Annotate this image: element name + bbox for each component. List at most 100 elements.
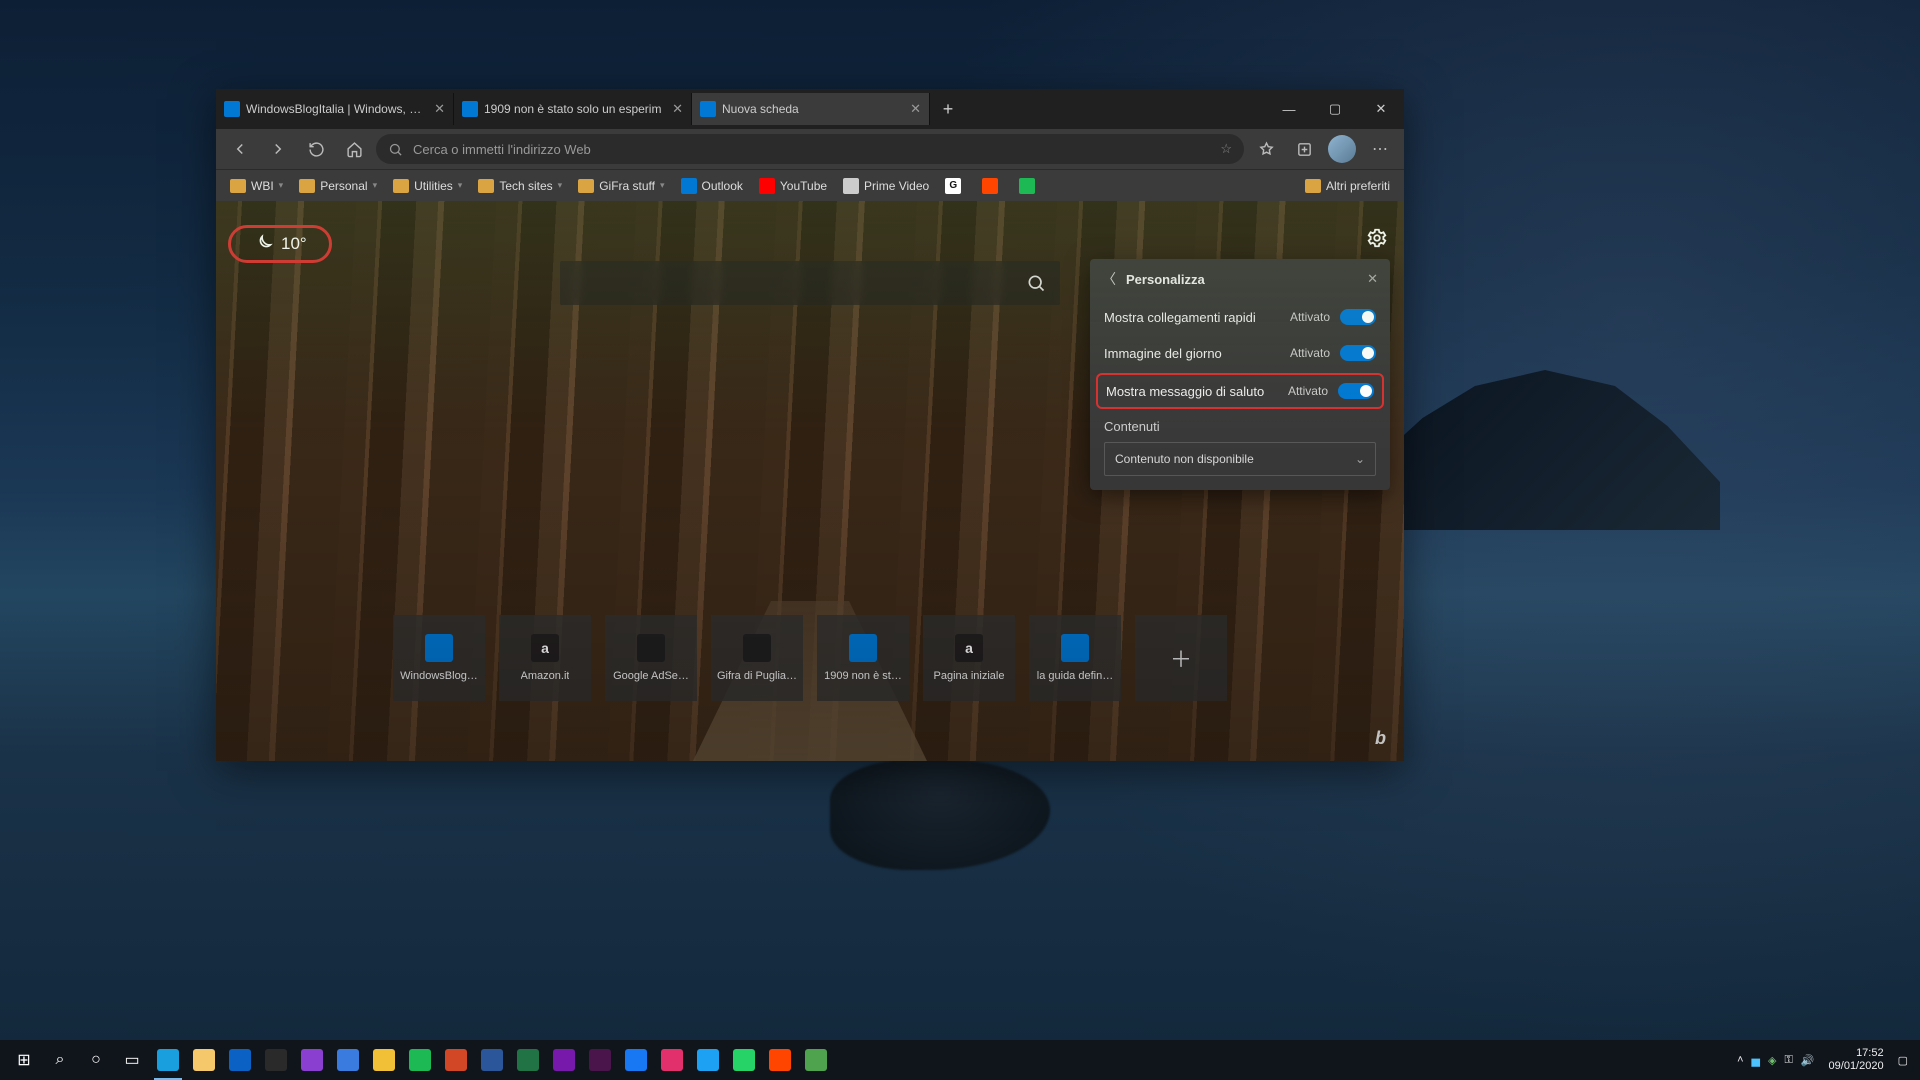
taskbar-app-start[interactable]: ⊞ bbox=[6, 1040, 42, 1080]
ntp-settings-button[interactable] bbox=[1366, 227, 1388, 249]
taskbar-app-search[interactable]: ⌕ bbox=[42, 1040, 78, 1080]
browser-tab[interactable]: Nuova scheda ✕ bbox=[692, 93, 930, 125]
tray-chevron-icon[interactable]: ˄ bbox=[1737, 1054, 1743, 1066]
bookmark-item[interactable]: Utilities ▾ bbox=[387, 175, 468, 197]
other-favorites-button[interactable]: Altri preferiti bbox=[1299, 176, 1396, 196]
bookmark-label: YouTube bbox=[780, 179, 827, 193]
tray-wifi-icon[interactable]: ⚿ bbox=[1784, 1054, 1792, 1067]
todo-icon bbox=[337, 1049, 359, 1071]
tab-close-icon[interactable]: ✕ bbox=[434, 101, 445, 117]
close-button[interactable]: ✕ bbox=[1358, 89, 1404, 129]
flyout-close-button[interactable]: ✕ bbox=[1367, 271, 1378, 287]
quick-link-tile[interactable]: a Pagina iniziale bbox=[923, 615, 1015, 701]
address-bar[interactable]: Cerca o immetti l'indirizzo Web ☆ bbox=[376, 134, 1244, 164]
taskbar-app-whatsapp[interactable] bbox=[726, 1040, 762, 1080]
collections-button[interactable] bbox=[1288, 133, 1320, 165]
folder-icon bbox=[230, 179, 246, 193]
quick-link-label: Pagina iniziale bbox=[934, 670, 1005, 682]
taskbar-app-instagram[interactable] bbox=[654, 1040, 690, 1080]
taskbar-app-paint3d[interactable] bbox=[294, 1040, 330, 1080]
maximize-button[interactable]: ▢ bbox=[1312, 89, 1358, 129]
quick-link-tile[interactable]: la guida defin… bbox=[1029, 615, 1121, 701]
back-button[interactable] bbox=[224, 133, 256, 165]
system-tray[interactable]: ˄ ▅ ◈ ⚿ 🔊 17:52 09/01/2020 ▢ bbox=[1737, 1047, 1914, 1072]
content-select[interactable]: Contenuto non disponibile ⌄ bbox=[1104, 442, 1376, 476]
profile-avatar[interactable] bbox=[1326, 133, 1358, 165]
add-quick-link-button[interactable]: ＋ bbox=[1135, 615, 1227, 701]
taskbar-app-onenote[interactable] bbox=[546, 1040, 582, 1080]
taskbar-app-edge[interactable] bbox=[150, 1040, 186, 1080]
bookmark-item[interactable]: Personal ▾ bbox=[293, 175, 383, 197]
bookmark-item[interactable]: Prime Video bbox=[837, 175, 935, 197]
quick-link-tile[interactable]: a Amazon.it bbox=[499, 615, 591, 701]
new-tab-button[interactable]: + bbox=[930, 99, 966, 120]
taskbar-app-facebook[interactable] bbox=[618, 1040, 654, 1080]
taskbar-app-excel[interactable] bbox=[510, 1040, 546, 1080]
taskbar-app-store[interactable] bbox=[258, 1040, 294, 1080]
minimize-button[interactable]: — bbox=[1266, 89, 1312, 129]
reddit-icon bbox=[769, 1049, 791, 1071]
taskbar-app-todo[interactable] bbox=[330, 1040, 366, 1080]
flyout-title: Personalizza bbox=[1126, 272, 1205, 287]
taskbar-app-powerpoint[interactable] bbox=[438, 1040, 474, 1080]
tray-security-icon[interactable]: ◈ bbox=[1768, 1054, 1776, 1067]
quick-link-tile[interactable]: Gifra di Puglia… bbox=[711, 615, 803, 701]
toggle-switch[interactable] bbox=[1340, 345, 1376, 361]
flyout-back-button[interactable]: 〈 bbox=[1102, 269, 1116, 289]
bing-logo[interactable]: b bbox=[1375, 728, 1386, 749]
forward-button[interactable] bbox=[262, 133, 294, 165]
search-icon: ⌕ bbox=[56, 1051, 65, 1069]
folder-icon bbox=[578, 179, 594, 193]
bookmark-item[interactable]: G bbox=[939, 175, 972, 197]
toggle-switch[interactable] bbox=[1340, 309, 1376, 325]
tray-volume-icon[interactable]: 🔊 bbox=[1801, 1054, 1815, 1067]
chevron-down-icon: ⌄ bbox=[1355, 452, 1365, 466]
bookmark-item[interactable]: Outlook bbox=[675, 175, 749, 197]
bookmark-favicon bbox=[843, 178, 859, 194]
other-favorites-label: Altri preferiti bbox=[1326, 179, 1390, 193]
browser-tab[interactable]: WindowsBlogItalia | Windows, S… ✕ bbox=[216, 93, 454, 125]
quick-link-tile[interactable]: 1909 non è st… bbox=[817, 615, 909, 701]
customize-toggle-row: Mostra collegamenti rapidi Attivato bbox=[1090, 299, 1390, 335]
bookmark-item[interactable]: WBI ▾ bbox=[224, 175, 289, 197]
taskbar-app-word[interactable] bbox=[474, 1040, 510, 1080]
quick-link-tile[interactable]: Google AdSe… bbox=[605, 615, 697, 701]
bookmark-item[interactable]: GiFra stuff ▾ bbox=[572, 175, 670, 197]
refresh-button[interactable] bbox=[300, 133, 332, 165]
quick-links-row: WindowsBlog…a Amazon.it Google AdSe… Gif… bbox=[393, 615, 1227, 701]
search-icon bbox=[1026, 273, 1046, 293]
taskbar-app-explorer[interactable] bbox=[186, 1040, 222, 1080]
taskbar-app-sticky[interactable] bbox=[366, 1040, 402, 1080]
tab-close-icon[interactable]: ✕ bbox=[672, 101, 683, 117]
home-button[interactable] bbox=[338, 133, 370, 165]
favorites-button[interactable] bbox=[1250, 133, 1282, 165]
bookmark-item[interactable] bbox=[1013, 175, 1046, 197]
taskbar-app-reddit[interactable] bbox=[762, 1040, 798, 1080]
taskbar-clock[interactable]: 17:52 09/01/2020 bbox=[1829, 1047, 1884, 1072]
quick-link-tile[interactable]: WindowsBlog… bbox=[393, 615, 485, 701]
tray-onedrive-icon[interactable]: ▅ bbox=[1752, 1054, 1760, 1067]
bookmark-item[interactable]: YouTube bbox=[753, 175, 833, 197]
tab-favicon bbox=[700, 101, 716, 117]
browser-tab[interactable]: 1909 non è stato solo un esperim ✕ bbox=[454, 93, 692, 125]
weather-widget[interactable]: 10° bbox=[228, 225, 332, 263]
action-center-icon[interactable]: ▢ bbox=[1898, 1054, 1908, 1067]
bookmark-item[interactable] bbox=[976, 175, 1009, 197]
taskbar-app-taskview[interactable]: ▭ bbox=[114, 1040, 150, 1080]
taskbar-app-edgedev[interactable] bbox=[798, 1040, 834, 1080]
taskbar-app-spotify[interactable] bbox=[402, 1040, 438, 1080]
ntp-search-box[interactable] bbox=[560, 261, 1060, 305]
taskbar-app-yourphone[interactable] bbox=[222, 1040, 258, 1080]
toggle-switch[interactable] bbox=[1338, 383, 1374, 399]
tab-close-icon[interactable]: ✕ bbox=[910, 101, 921, 117]
bookmark-item[interactable]: Tech sites ▾ bbox=[472, 175, 568, 197]
taskbar-app-cortana[interactable]: ○ bbox=[78, 1040, 114, 1080]
tab-favicon bbox=[462, 101, 478, 117]
toggle-label: Immagine del giorno bbox=[1104, 346, 1280, 361]
taskbar-app-slack[interactable] bbox=[582, 1040, 618, 1080]
more-menu-button[interactable]: ⋯ bbox=[1364, 133, 1396, 165]
taskbar-app-twitter[interactable] bbox=[690, 1040, 726, 1080]
customize-toggle-row: Immagine del giorno Attivato bbox=[1090, 335, 1390, 371]
flyout-section-label: Contenuti bbox=[1090, 411, 1390, 438]
favorite-star-icon[interactable]: ☆ bbox=[1220, 141, 1232, 157]
